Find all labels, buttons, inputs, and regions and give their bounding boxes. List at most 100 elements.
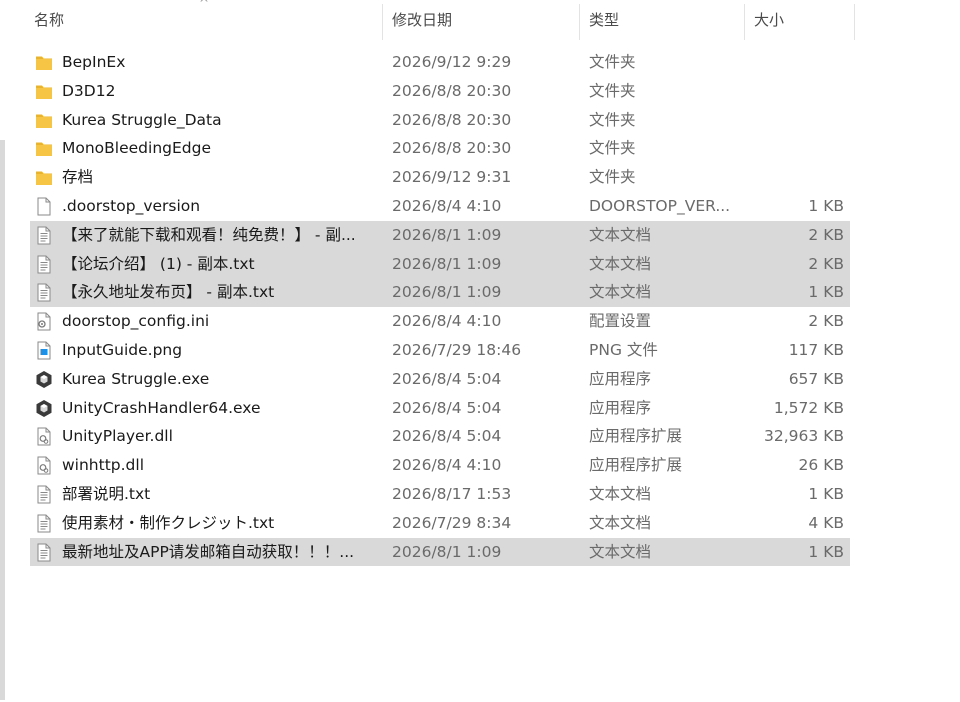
file-name: MonoBleedingEdge — [62, 139, 211, 158]
file-row[interactable]: 使用素材・制作クレジット.txt 2026/7/29 8:34 文本文档 4 KB — [30, 509, 850, 538]
dll-file-icon — [35, 427, 53, 446]
file-size: 1 KB — [808, 283, 844, 302]
file-name: InputGuide.png — [62, 340, 183, 359]
file-type: 应用程序 — [589, 398, 652, 417]
file-modified-date: 2026/8/8 20:30 — [392, 110, 512, 129]
file-size: 117 KB — [788, 340, 844, 359]
file-name: 【来了就能下载和观看！纯免费！】 - 副... — [62, 225, 356, 244]
file-size: 2 KB — [808, 225, 844, 244]
file-modified-date: 2026/8/8 20:30 — [392, 81, 512, 100]
column-divider[interactable] — [382, 4, 383, 40]
file-row[interactable]: UnityCrashHandler64.exe 2026/8/4 5:04 应用程序… — [30, 394, 850, 423]
file-name: BepInEx — [62, 53, 126, 71]
unity-app-icon — [35, 370, 53, 389]
folder-icon — [35, 82, 53, 101]
file-row[interactable]: Kurea Struggle_Data 2026/8/8 20:30 文件夹 — [30, 106, 850, 135]
file-modified-date: 2026/8/17 1:53 — [392, 484, 512, 503]
folder-icon — [35, 53, 53, 72]
file-modified-date: 2026/8/4 5:04 — [392, 369, 502, 388]
column-header-bar: ^ 名称 修改日期 类型 大小 — [26, 0, 856, 40]
column-header-name[interactable]: 名称 — [34, 0, 384, 40]
blank-file-icon — [35, 197, 53, 216]
file-row[interactable]: BepInEx 2026/9/12 9:29 文件夹 — [30, 48, 850, 77]
file-type: 文件夹 — [589, 168, 636, 187]
left-pane-edge — [0, 140, 5, 700]
file-type: 文本文档 — [589, 513, 652, 532]
file-row[interactable]: doorstop_config.ini 2026/8/4 4:10 配置设置 2 KB — [30, 307, 850, 336]
file-type: 文本文档 — [589, 283, 652, 302]
folder-icon — [35, 111, 53, 130]
file-modified-date: 2026/8/4 4:10 — [392, 196, 502, 215]
file-type: 文本文档 — [589, 254, 652, 273]
column-header-date[interactable]: 修改日期 — [392, 0, 582, 40]
file-row[interactable]: .doorstop_version 2026/8/4 4:10 DOORSTOP_V… — [30, 192, 850, 221]
file-size: 32,963 KB — [764, 427, 844, 446]
file-name: 【永久地址发布页】 - 副本.txt — [62, 283, 275, 302]
file-type: 文件夹 — [589, 53, 636, 71]
file-size: 4 KB — [808, 513, 844, 532]
file-name: 使用素材・制作クレジット.txt — [62, 513, 275, 532]
file-name: Kurea Struggle.exe — [62, 369, 210, 388]
file-size: 657 KB — [788, 369, 844, 388]
text-file-icon — [35, 255, 53, 274]
file-row[interactable]: 【来了就能下载和观看！纯免费！】 - 副... 2026/8/1 1:09 文本文档… — [30, 220, 850, 250]
file-list: BepInEx 2026/9/12 9:29 文件夹 D3D12 2026/8/8 20… — [30, 48, 850, 567]
file-row[interactable]: UnityPlayer.dll 2026/8/4 5:04 应用程序扩展 32,963… — [30, 422, 850, 451]
file-row[interactable]: 【论坛介绍】 (1) - 副本.txt 2026/8/1 1:09 文本文档 2 KB — [30, 249, 850, 279]
file-modified-date: 2026/8/4 5:04 — [392, 398, 502, 417]
file-size: 1 KB — [808, 196, 844, 215]
file-row[interactable]: D3D12 2026/8/8 20:30 文件夹 — [30, 77, 850, 106]
file-size: 2 KB — [808, 254, 844, 273]
text-file-icon — [35, 514, 53, 533]
folder-icon — [35, 139, 53, 158]
column-header-type[interactable]: 类型 — [589, 0, 739, 40]
file-type: DOORSTOP_VER... — [589, 196, 731, 215]
column-divider[interactable] — [579, 4, 580, 40]
dll-file-icon — [35, 456, 53, 475]
file-size: 2 KB — [808, 312, 844, 331]
file-name: winhttp.dll — [62, 456, 145, 475]
file-modified-date: 2026/8/1 1:09 — [392, 254, 502, 273]
file-row[interactable]: 【永久地址发布页】 - 副本.txt 2026/8/1 1:09 文本文档 1 KB — [30, 278, 850, 308]
file-row[interactable]: 存档 2026/9/12 9:31 文件夹 — [30, 163, 850, 192]
file-size: 1,572 KB — [773, 398, 844, 417]
file-modified-date: 2026/8/4 5:04 — [392, 427, 502, 446]
file-modified-date: 2026/7/29 8:34 — [392, 513, 512, 532]
config-file-icon — [35, 312, 53, 331]
file-type: 文件夹 — [589, 139, 636, 158]
file-type: 文本文档 — [589, 484, 652, 503]
file-type: PNG 文件 — [589, 340, 658, 359]
text-file-icon — [35, 543, 53, 562]
file-type: 文本文档 — [589, 225, 652, 244]
file-row[interactable]: MonoBleedingEdge 2026/8/8 20:30 文件夹 — [30, 134, 850, 163]
column-divider[interactable] — [854, 4, 855, 40]
file-size: 1 KB — [808, 484, 844, 503]
file-type: 应用程序 — [589, 369, 652, 388]
file-modified-date: 2026/8/1 1:09 — [392, 542, 502, 561]
file-size: 1 KB — [808, 542, 844, 561]
file-type: 配置设置 — [589, 312, 652, 331]
file-name: UnityCrashHandler64.exe — [62, 398, 261, 417]
file-name: 【论坛介绍】 (1) - 副本.txt — [62, 254, 255, 273]
file-modified-date: 2026/8/4 4:10 — [392, 312, 502, 331]
file-name: .doorstop_version — [62, 196, 201, 215]
file-row[interactable]: 部署说明.txt 2026/8/17 1:53 文本文档 1 KB — [30, 480, 850, 509]
file-type: 应用程序扩展 — [589, 427, 683, 446]
file-size: 26 KB — [798, 456, 844, 475]
column-header-size[interactable]: 大小 — [754, 0, 854, 40]
file-row[interactable]: 最新地址及APP请发邮箱自动获取！！！... 2026/8/1 1:09 文本文档 1… — [30, 537, 850, 567]
file-row[interactable]: InputGuide.png 2026/7/29 18:46 PNG 文件 117 K… — [30, 336, 850, 365]
file-name: 部署说明.txt — [62, 484, 151, 503]
folder-icon — [35, 168, 53, 187]
file-row[interactable]: Kurea Struggle.exe 2026/8/4 5:04 应用程序 657 K… — [30, 365, 850, 394]
file-row[interactable]: winhttp.dll 2026/8/4 4:10 应用程序扩展 26 KB — [30, 451, 850, 480]
text-file-icon — [35, 283, 53, 302]
column-divider[interactable] — [744, 4, 745, 40]
file-modified-date: 2026/8/1 1:09 — [392, 225, 502, 244]
file-modified-date: 2026/8/1 1:09 — [392, 283, 502, 302]
text-file-icon — [35, 226, 53, 245]
file-type: 文件夹 — [589, 81, 636, 100]
file-name: 存档 — [62, 168, 94, 187]
file-name: Kurea Struggle_Data — [62, 110, 222, 129]
file-type: 文本文档 — [589, 542, 652, 561]
